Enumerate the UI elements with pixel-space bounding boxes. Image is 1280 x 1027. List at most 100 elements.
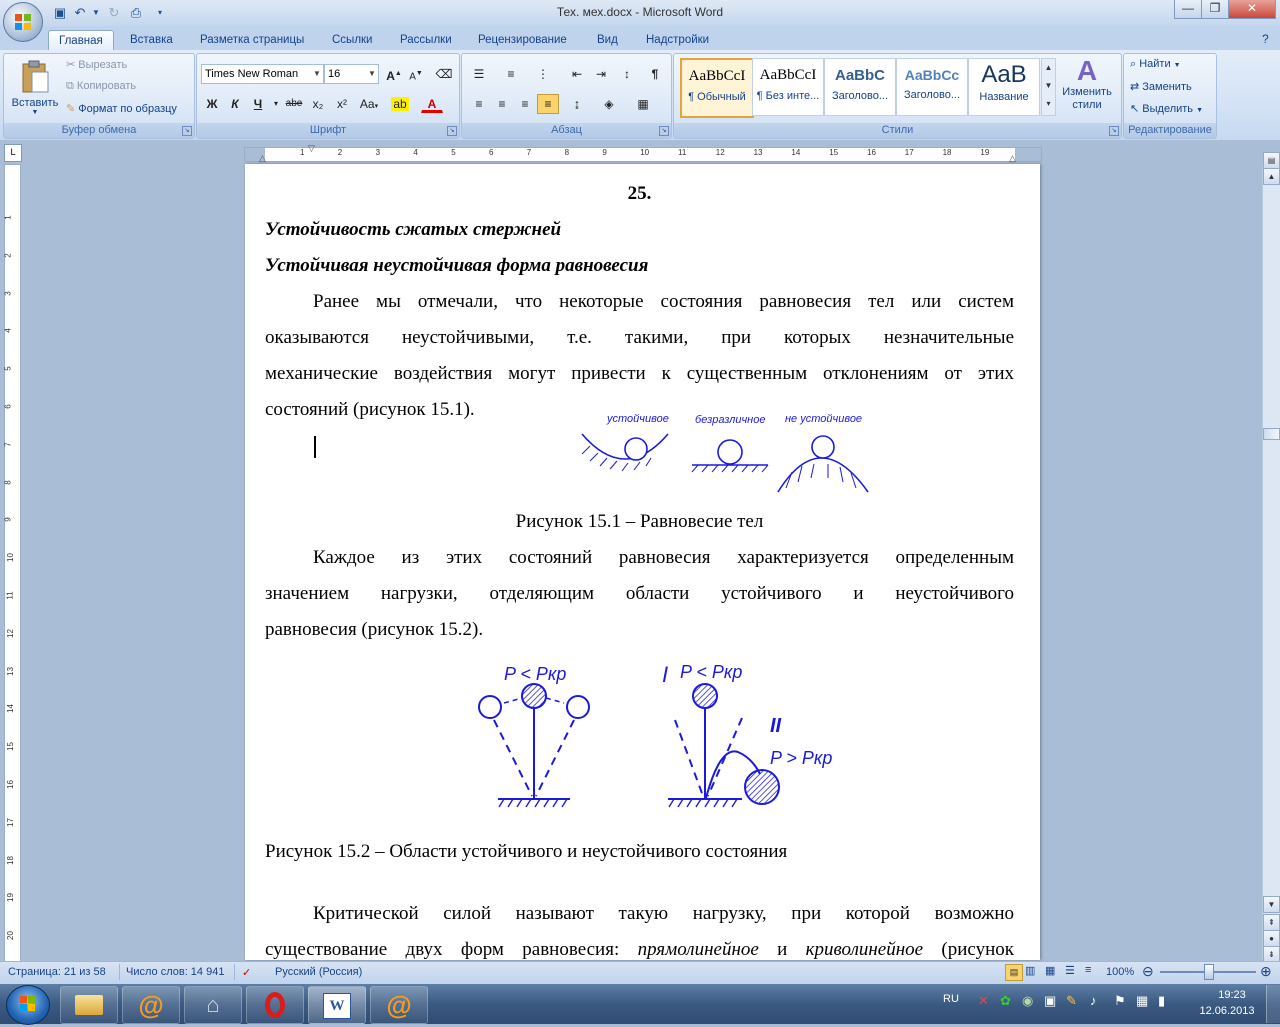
tab-references[interactable]: Ссылки: [322, 30, 383, 50]
start-button[interactable]: [6, 985, 50, 1025]
subscript-button[interactable]: x₂: [307, 94, 329, 114]
format-painter-button[interactable]: ✎ Формат по образцу: [66, 102, 177, 115]
previous-page-icon[interactable]: ⇞: [1263, 914, 1280, 931]
cut-button[interactable]: ✂ Вырезать: [66, 58, 127, 71]
tab-view[interactable]: Вид: [587, 30, 628, 50]
vertical-ruler[interactable]: [4, 164, 21, 962]
tray-app-icon[interactable]: ▣: [1044, 993, 1056, 1009]
chevron-down-icon[interactable]: ▼: [311, 65, 323, 83]
close-button[interactable]: ✕: [1228, 0, 1276, 19]
web-layout-icon[interactable]: ▦: [1045, 964, 1055, 977]
styles-launcher-icon[interactable]: ↘: [1109, 126, 1119, 136]
style-normal[interactable]: AaBbCcI ¶ Обычный: [680, 58, 754, 118]
office-button[interactable]: [3, 2, 43, 42]
page-count-status[interactable]: Страница: 21 из 58: [8, 966, 106, 978]
input-language[interactable]: RU: [943, 993, 959, 1005]
show-marks-icon[interactable]: ¶: [644, 64, 666, 84]
tab-mailings[interactable]: Рассылки: [390, 30, 462, 50]
maximize-button[interactable]: ❐: [1201, 0, 1229, 19]
paste-button[interactable]: Вставить ▼: [10, 58, 60, 118]
taskbar-mail-agent[interactable]: @: [122, 986, 180, 1024]
document-page[interactable]: 25. Устойчивость сжатых стержней Устойчи…: [245, 164, 1040, 960]
outline-icon[interactable]: ☰: [1065, 964, 1075, 977]
sort-icon[interactable]: ↕: [616, 64, 638, 84]
style-title[interactable]: AaB Название: [968, 58, 1040, 116]
zoom-out-icon[interactable]: ⊖: [1142, 964, 1154, 978]
style-heading1[interactable]: AaBbC Заголово...: [824, 58, 896, 116]
tab-review[interactable]: Рецензирование: [468, 30, 577, 50]
right-indent-icon[interactable]: △: [1009, 153, 1016, 164]
tab-selector-icon[interactable]: L: [4, 144, 22, 162]
style-no-spacing[interactable]: AaBbCcI ¶ Без инте...: [752, 58, 824, 116]
word-count-status[interactable]: Число слов: 14 941: [126, 966, 224, 978]
volume-icon[interactable]: ♪: [1090, 993, 1097, 1008]
decrease-indent-icon[interactable]: ⇤: [566, 64, 588, 84]
show-desktop-button[interactable]: [1266, 985, 1280, 1023]
taskbar-mail-agent-2[interactable]: @: [370, 986, 428, 1024]
multilevel-list-icon[interactable]: ⋮: [532, 64, 554, 84]
tray-antivirus-icon[interactable]: ✕: [978, 993, 989, 1009]
tab-addins[interactable]: Надстройки: [636, 30, 719, 50]
power-icon[interactable]: ▮: [1158, 993, 1165, 1009]
select-button[interactable]: ↖ Выделить ▼: [1130, 102, 1203, 115]
shading-icon[interactable]: ◈: [598, 94, 620, 114]
change-case-button[interactable]: Aa▾: [355, 94, 383, 114]
hanging-indent-icon[interactable]: △: [259, 153, 266, 164]
replace-button[interactable]: ⇄ Заменить: [1130, 80, 1192, 93]
help-icon[interactable]: ?: [1262, 32, 1269, 46]
taskbar-opera[interactable]: [246, 986, 304, 1024]
font-color-icon[interactable]: A: [421, 94, 443, 113]
borders-icon[interactable]: ▦: [632, 94, 654, 114]
bold-button[interactable]: Ж: [201, 94, 223, 114]
clipboard-launcher-icon[interactable]: ↘: [182, 126, 192, 136]
paragraph-launcher-icon[interactable]: ↘: [659, 126, 669, 136]
align-left-icon[interactable]: ≡: [468, 94, 490, 114]
print-layout-icon[interactable]: ▤: [1005, 964, 1023, 981]
strikethrough-button[interactable]: abe: [283, 94, 305, 114]
zoom-level[interactable]: 100%: [1106, 966, 1134, 978]
clock-date[interactable]: 12.06.2013: [1194, 1005, 1260, 1017]
justify-icon[interactable]: ≡: [537, 94, 559, 114]
styles-scroll[interactable]: ▲ ▼ ▾: [1041, 58, 1056, 116]
tab-home[interactable]: Главная: [48, 30, 114, 51]
superscript-button[interactable]: x²: [331, 94, 353, 114]
language-status[interactable]: Русский (Россия): [275, 966, 362, 978]
flag-icon[interactable]: ⚑: [1114, 993, 1126, 1009]
scroll-thumb[interactable]: [1263, 428, 1280, 440]
align-right-icon[interactable]: ≡: [514, 94, 536, 114]
font-name-combo[interactable]: Times New Roman ▼: [201, 64, 324, 84]
zoom-in-icon[interactable]: ⊕: [1260, 964, 1272, 978]
browse-object-icon[interactable]: ●: [1263, 930, 1280, 947]
change-styles-button[interactable]: A Изменить стили: [1058, 56, 1116, 112]
find-button[interactable]: ⌕ Найти ▼: [1130, 58, 1181, 71]
network-tray-icon[interactable]: ▦: [1136, 993, 1148, 1009]
tray-app-icon[interactable]: ✎: [1066, 993, 1077, 1009]
tray-app-icon[interactable]: ◉: [1022, 993, 1033, 1009]
scroll-down-icon[interactable]: ▼: [1263, 896, 1280, 913]
taskbar-word[interactable]: W: [308, 986, 366, 1024]
line-spacing-icon[interactable]: ↨: [566, 94, 588, 114]
vertical-scrollbar[interactable]: [1262, 164, 1280, 960]
clock-time[interactable]: 19:23: [1204, 989, 1260, 1001]
increase-indent-icon[interactable]: ⇥: [590, 64, 612, 84]
proofing-icon[interactable]: ✓: [242, 966, 251, 979]
style-heading2[interactable]: AaBbCc Заголово...: [896, 58, 968, 116]
full-screen-reading-icon[interactable]: ▥: [1025, 964, 1035, 977]
draft-icon[interactable]: ≡: [1085, 964, 1091, 976]
chevron-down-icon[interactable]: ▼: [366, 65, 378, 83]
tab-page-layout[interactable]: Разметка страницы: [190, 30, 314, 50]
view-ruler-icon[interactable]: ▤: [1263, 152, 1280, 169]
taskbar-explorer[interactable]: [60, 986, 118, 1024]
tray-icq-icon[interactable]: ✿: [1000, 993, 1011, 1009]
tab-insert[interactable]: Вставка: [120, 30, 183, 50]
minimize-button[interactable]: —: [1174, 0, 1202, 19]
font-launcher-icon[interactable]: ↘: [447, 126, 457, 136]
grow-font-button[interactable]: A▲: [383, 64, 405, 84]
clear-formatting-icon[interactable]: ⌫: [433, 64, 455, 84]
font-size-combo[interactable]: 16 ▼: [324, 64, 379, 84]
shrink-font-button[interactable]: A▼: [405, 64, 427, 84]
first-line-indent-icon[interactable]: ▽: [308, 143, 315, 154]
scroll-up-icon[interactable]: ▲: [1263, 168, 1280, 185]
bullets-icon[interactable]: ☰: [468, 64, 490, 84]
numbering-icon[interactable]: ≡: [500, 64, 522, 84]
